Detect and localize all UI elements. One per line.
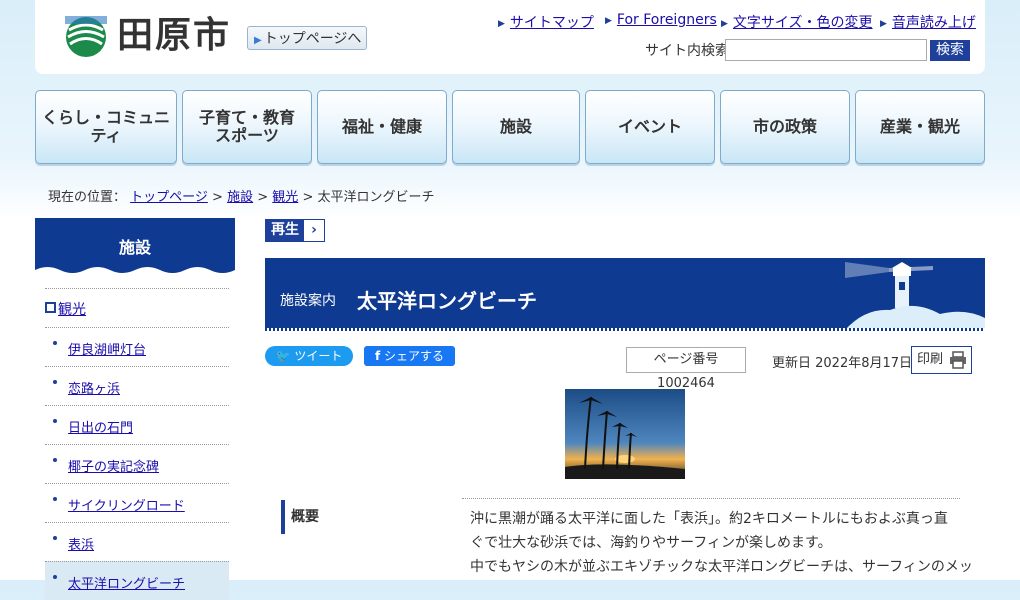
triangle-right-icon: ▶ [605, 16, 612, 26]
wave-decoration-icon [35, 267, 235, 276]
nav-education-label2: スポーツ [215, 126, 279, 145]
util-link-sitemap[interactable]: ▶ サイトマップ [498, 12, 594, 32]
util-link-voice[interactable]: ▶ 音声読み上げ [880, 12, 976, 32]
triangle-right-icon: ▶ [880, 19, 887, 29]
summary-heading: 概要 [281, 500, 319, 534]
sidebar-item-lighthouse[interactable]: 伊良湖岬灯台 [45, 327, 229, 366]
page-title-banner: 施設案内 太平洋ロングビーチ [265, 258, 985, 330]
top-page-label: トップページへ [263, 31, 362, 47]
search-input[interactable] [725, 39, 927, 61]
print-label: 印刷 [917, 352, 944, 367]
nav-policy[interactable]: 市の政策 [720, 90, 850, 164]
voice-link[interactable]: 音声読み上げ [892, 15, 976, 31]
sidebar-item-coconut[interactable]: 椰子の実記念碑 [45, 444, 229, 483]
facebook-share-button[interactable]: f シェアする [364, 346, 455, 366]
nav-facilities[interactable]: 施設 [452, 90, 580, 164]
search-button[interactable]: 検索 [930, 40, 970, 61]
nav-industry[interactable]: 産業・観光 [855, 90, 985, 164]
tweet-button[interactable]: 🐦 ツイート [265, 346, 353, 366]
triangle-right-icon: ▶ [498, 19, 505, 29]
page-title: 太平洋ロングビーチ [357, 289, 537, 313]
sidebar-item-label[interactable]: サイクリングロード [68, 495, 185, 514]
breadcrumb-sep: > [302, 190, 314, 205]
bullet-icon [53, 536, 57, 540]
sidebar-item-longbeach[interactable]: 太平洋ロングビーチ [45, 561, 229, 600]
banner-divider [265, 328, 985, 331]
site-header: 田原市 ▶ トップページへ ▶ サイトマップ ▶ For Foreigners ▶ 文字… [35, 0, 985, 74]
page-category: 施設案内 [280, 293, 336, 309]
chevron-right-icon: › [311, 222, 317, 238]
bullet-icon [53, 497, 57, 501]
triangle-right-icon: ▶ [254, 35, 262, 46]
triangle-right-icon: ▶ [721, 19, 728, 29]
bullet-icon [53, 341, 57, 345]
top-page-button[interactable]: ▶ トップページへ [247, 26, 367, 50]
sidebar-item-label[interactable]: 恋路ヶ浜 [68, 378, 120, 397]
city-logo-icon[interactable] [65, 16, 107, 58]
summary-paragraph-1: 沖に黒潮が踊る太平洋に面した「表浜」。約2キロメートルにもおよぶ真っ直ぐで壮大な… [470, 511, 948, 551]
nav-events[interactable]: イベント [585, 90, 715, 164]
breadcrumb-prefix: 現在の位置： [48, 190, 127, 205]
breadcrumb: 現在の位置： トップページ > 施設 > 観光 > 太平洋ロングビーチ [48, 186, 435, 205]
nav-education-label1: 子育て・教育 [198, 108, 295, 127]
nav-events-label: イベント [617, 117, 682, 136]
breadcrumb-facilities[interactable]: 施設 [227, 190, 253, 205]
sidebar-title-text: 施設 [118, 238, 151, 257]
nav-policy-label: 市の政策 [752, 117, 817, 136]
breadcrumb-current: 太平洋ロングビーチ [317, 190, 435, 205]
sidebar-item-label[interactable]: 伊良湖岬灯台 [68, 339, 146, 358]
util-link-foreigners[interactable]: ▶ For Foreigners [605, 12, 717, 28]
breadcrumb-sep: > [257, 190, 269, 205]
util-link-text-size[interactable]: ▶ 文字サイズ・色の変更 [721, 12, 873, 32]
twitter-icon: 🐦 [275, 349, 291, 363]
text-size-link[interactable]: 文字サイズ・色の変更 [733, 15, 873, 31]
bullet-icon [53, 380, 57, 384]
square-bullet-icon [45, 302, 56, 313]
sidebar-item-label[interactable]: 日出の石門 [68, 417, 133, 436]
nav-living-label: くらし・コミュニティ [41, 108, 170, 145]
bullet-icon [53, 458, 57, 462]
breadcrumb-tourism[interactable]: 観光 [272, 190, 298, 205]
print-button[interactable]: 印刷 [911, 346, 972, 374]
summary-divider [462, 498, 960, 500]
site-name[interactable]: 田原市 [117, 14, 231, 58]
page-number: ページ番号1002464 [626, 347, 746, 391]
sidebar-item-hinode[interactable]: 日出の石門 [45, 405, 229, 444]
facebook-icon: f [374, 349, 381, 363]
sidebar-item-label[interactable]: 椰子の実記念碑 [68, 456, 159, 475]
lighthouse-icon [845, 262, 985, 330]
breadcrumb-top[interactable]: トップページ [130, 190, 208, 205]
foreigners-link[interactable]: For Foreigners [617, 12, 717, 28]
sidebar-item-cycling[interactable]: サイクリングロード [45, 483, 229, 522]
breadcrumb-sep: > [212, 190, 223, 205]
sidebar-title: 施設 [35, 218, 235, 276]
sidebar-item-label[interactable]: 表浜 [68, 534, 94, 553]
search-label: サイト内検索 [645, 43, 729, 59]
bullet-icon [53, 419, 57, 423]
nav-education[interactable]: 子育て・教育 スポーツ [182, 90, 312, 164]
sidebar-item-koijigahama[interactable]: 恋路ヶ浜 [45, 366, 229, 405]
beach-photo [565, 389, 685, 479]
sidebar-category[interactable]: 観光 [45, 288, 229, 326]
printer-icon [950, 351, 966, 369]
sidebar-category-link[interactable]: 観光 [58, 299, 86, 319]
nav-living[interactable]: くらし・コミュニティ [35, 90, 177, 164]
play-button[interactable]: 再生 › [265, 219, 325, 242]
nav-welfare[interactable]: 福祉・健康 [317, 90, 447, 164]
nav-facilities-label: 施設 [499, 117, 532, 136]
sidebar-item-label[interactable]: 太平洋ロングビーチ [68, 573, 185, 592]
summary-paragraph-2: 中でもヤシの木が並ぶエキゾチックな太平洋ロングビーチは、サーフィンのメッ [470, 559, 973, 575]
bullet-icon [53, 575, 57, 579]
summary-text: 沖に黒潮が踊る太平洋に面した「表浜」。約2キロメートルにもおよぶ真っ直ぐで壮大な… [470, 507, 973, 579]
share-label: シェアする [384, 349, 445, 363]
nav-industry-label: 産業・観光 [879, 117, 960, 136]
play-label: 再生 [266, 220, 304, 241]
updated-date: 更新日 2022年8月17日 [772, 356, 913, 371]
tweet-label: ツイート [294, 349, 343, 363]
nav-welfare-label: 福祉・健康 [341, 117, 422, 136]
sidebar-item-omotehama[interactable]: 表浜 [45, 522, 229, 561]
sitemap-link[interactable]: サイトマップ [510, 15, 594, 31]
